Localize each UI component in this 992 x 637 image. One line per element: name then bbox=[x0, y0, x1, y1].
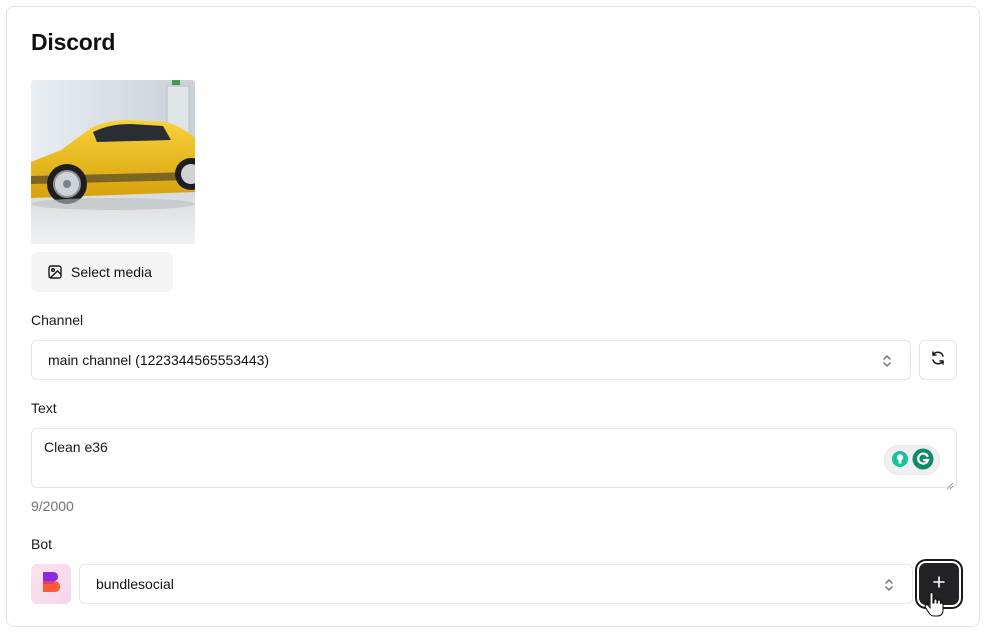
text-input[interactable]: Clean e36 bbox=[31, 428, 957, 490]
media-thumbnail[interactable] bbox=[31, 80, 195, 244]
image-icon bbox=[47, 264, 63, 280]
car-image bbox=[31, 80, 195, 244]
character-counter: 9/2000 bbox=[31, 498, 74, 514]
channel-selected-value: main channel (1223344565553443) bbox=[48, 352, 270, 368]
text-label: Text bbox=[31, 400, 57, 416]
plus-icon bbox=[932, 575, 946, 594]
refresh-channels-button[interactable] bbox=[919, 340, 957, 380]
grammarly-icon[interactable] bbox=[912, 448, 934, 473]
bot-avatar bbox=[31, 564, 71, 604]
bot-selected-value: bundlesocial bbox=[96, 576, 174, 592]
text-value: Clean e36 bbox=[44, 439, 108, 455]
refresh-icon bbox=[930, 350, 946, 371]
resize-handle-icon[interactable] bbox=[946, 477, 954, 490]
bot-select[interactable]: bundlesocial bbox=[79, 564, 913, 604]
grammarly-widget[interactable] bbox=[884, 445, 940, 475]
channel-select[interactable]: main channel (1223344565553443) bbox=[31, 340, 911, 380]
card-title: Discord bbox=[31, 29, 116, 55]
bundlesocial-logo bbox=[41, 571, 61, 598]
select-media-button[interactable]: Select media bbox=[31, 252, 173, 292]
channel-label: Channel bbox=[31, 312, 84, 328]
bot-label: Bot bbox=[31, 536, 53, 552]
chevrons-up-down-icon bbox=[880, 352, 894, 370]
lightbulb-icon[interactable] bbox=[891, 450, 909, 471]
chevrons-up-down-icon bbox=[882, 576, 896, 594]
discord-settings-card: Discord Select media Channel main channe… bbox=[6, 6, 980, 627]
select-media-label: Select media bbox=[71, 264, 152, 280]
add-bot-button[interactable] bbox=[919, 563, 959, 605]
